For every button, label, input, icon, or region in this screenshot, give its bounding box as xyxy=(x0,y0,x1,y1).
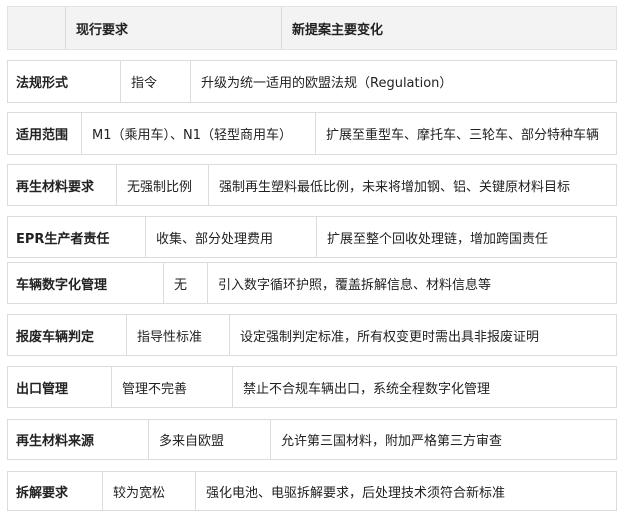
table-row: 报废车辆判定指导性标准设定强制判定标准，所有权变更时需出具非报废证明 xyxy=(7,314,617,356)
table-row: EPR生产者责任收集、部分处理费用扩展至整个回收处理链，增加跨国责任 xyxy=(7,216,617,258)
header-current: 现行要求 xyxy=(65,7,281,49)
header-cell-blank xyxy=(8,7,65,49)
cell-item: 再生材料来源 xyxy=(8,420,148,459)
table-row: 车辆数字化管理无引入数字循环护照，覆盖拆解信息、材料信息等 xyxy=(7,262,617,304)
cell-proposal: 允许第三国材料，附加严格第三方审查 xyxy=(270,420,616,459)
cell-proposal: 强化电池、电驱拆解要求，后处理技术须符合新标准 xyxy=(195,472,616,510)
cell-proposal: 扩展至整个回收处理链，增加跨国责任 xyxy=(316,217,616,257)
cell-proposal: 升级为统一适用的欧盟法规（Regulation） xyxy=(190,61,616,102)
cell-current: 指令 xyxy=(120,61,190,102)
cell-proposal: 引入数字循环护照，覆盖拆解信息、材料信息等 xyxy=(207,263,616,303)
cell-current: 多来自欧盟 xyxy=(148,420,270,459)
cell-proposal: 设定强制判定标准，所有权变更时需出具非报废证明 xyxy=(229,315,616,355)
cell-current: 收集、部分处理费用 xyxy=(145,217,316,257)
cell-current: 无 xyxy=(163,263,207,303)
cell-item: 车辆数字化管理 xyxy=(8,263,163,303)
table-row: 再生材料来源多来自欧盟允许第三国材料，附加严格第三方审查 xyxy=(7,419,617,460)
cell-item: 出口管理 xyxy=(8,367,111,407)
cell-current: 较为宽松 xyxy=(102,472,195,510)
cell-item: EPR生产者责任 xyxy=(8,217,145,257)
cell-item: 拆解要求 xyxy=(8,472,102,510)
table-row: 法规形式指令升级为统一适用的欧盟法规（Regulation） xyxy=(7,60,617,103)
cell-item: 法规形式 xyxy=(8,61,120,102)
cell-current: 管理不完善 xyxy=(111,367,232,407)
cell-proposal: 扩展至重型车、摩托车、三轮车、部分特种车辆 xyxy=(315,113,616,154)
cell-proposal: 禁止不合规车辆出口，系统全程数字化管理 xyxy=(232,367,616,407)
table-row: 出口管理管理不完善禁止不合规车辆出口，系统全程数字化管理 xyxy=(7,366,617,408)
table-header: 现行要求 新提案主要变化 xyxy=(7,6,617,50)
cell-item: 报废车辆判定 xyxy=(8,315,126,355)
cell-item: 适用范围 xyxy=(8,113,81,154)
cell-current: 指导性标准 xyxy=(126,315,229,355)
header-new: 新提案主要变化 xyxy=(281,7,616,49)
cell-item: 再生材料要求 xyxy=(8,165,116,205)
table-row: 再生材料要求无强制比例强制再生塑料最低比例，未来将增加钢、铝、关键原材料目标 xyxy=(7,164,617,206)
table-row: 拆解要求较为宽松强化电池、电驱拆解要求，后处理技术须符合新标准 xyxy=(7,471,617,511)
cell-proposal: 强制再生塑料最低比例，未来将增加钢、铝、关键原材料目标 xyxy=(208,165,616,205)
table-row: 适用范围M1（乘用车）、N1（轻型商用车）扩展至重型车、摩托车、三轮车、部分特种… xyxy=(7,112,617,155)
cell-current: M1（乘用车）、N1（轻型商用车） xyxy=(81,113,315,154)
cell-current: 无强制比例 xyxy=(116,165,208,205)
